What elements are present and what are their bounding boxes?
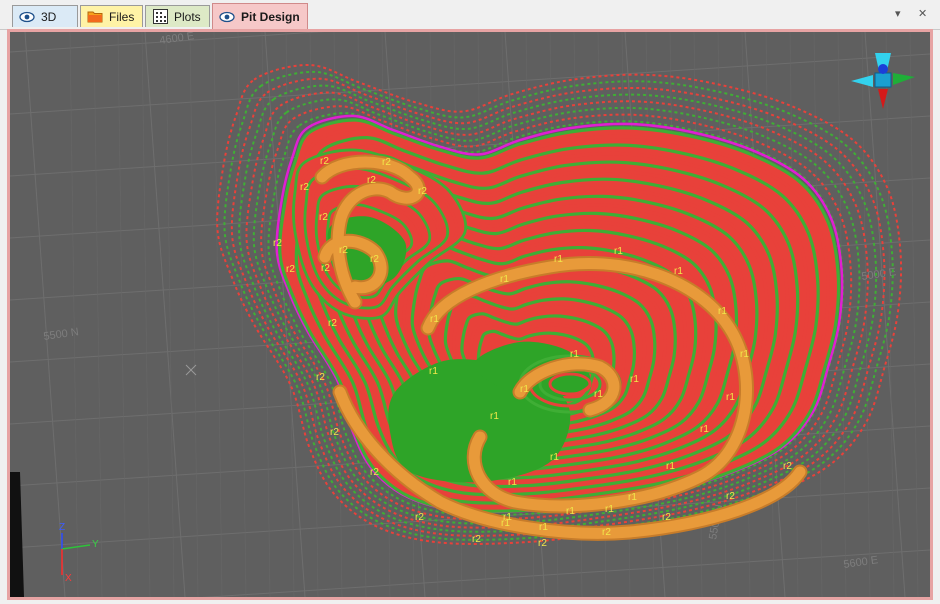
grid-label-top-easting: 4600 E [159,32,195,47]
ramp-label: r1 [554,254,563,265]
ramp-label: r2 [328,318,337,329]
ramp-label: r2 [602,527,611,538]
ramp-label: r1 [628,492,637,503]
bottom-strip [0,600,940,604]
ramp-label: r1 [605,504,614,515]
ramp-label: r2 [321,263,330,274]
terrain-shadow [10,472,24,597]
ramp-label: r1 [630,374,639,385]
grid-label-bottom-right: 5600 E [843,554,879,571]
axis-y-label: Y [92,539,99,550]
ramp-label: r1 [614,246,623,257]
ramp-label: r2 [662,512,671,523]
tab-bar: 3D Files Plots Pit Design ▾ ✕ [0,0,940,30]
axis-z-label: Z [59,522,65,533]
ramp-label: r1 [594,389,603,400]
grid-line-vertical [144,32,186,597]
ramp-label: r2 [330,427,339,438]
ramp-label: r1 [550,452,559,463]
grid-line-vertical [24,32,66,597]
grid-minor-line [165,32,175,597]
gizmo-left-arrow [851,75,873,87]
grid-line-horizontal [10,32,325,53]
gizmo-ball [878,64,888,74]
ramp-label: r1 [520,384,529,395]
ramp-label: r1 [726,392,735,403]
grid-minor-line [261,32,271,597]
gizmo-cube [874,72,892,88]
tab-3d-label: 3D [41,9,57,24]
pit-design-viewport[interactable]: 4600 E 5500 N 5000 E 5500 N 5600 E r2 r2 r… [7,29,933,600]
tab-pit-design[interactable]: Pit Design [212,3,308,29]
ramp-label: r1 [566,506,575,517]
grid-minor-line [861,32,871,597]
ramp-label: r2 [316,372,325,383]
eye-icon [219,9,235,25]
grid-minor-line [141,32,151,597]
grid-minor-line [93,32,103,597]
ramp-label: r2 [367,175,376,186]
gizmo-right-arrow [893,73,915,85]
pit-scene[interactable]: 4600 E 5500 N 5000 E 5500 N 5600 E r2 r2r… [10,32,930,597]
ramp-label: r2 [320,156,329,167]
tab-pit-design-label: Pit Design [241,9,300,24]
ramp-label: r2 [339,245,348,256]
gizmo-down-arrow [878,89,888,109]
tab-3d[interactable]: 3D [12,5,78,27]
grid-minor-line [69,32,79,597]
grid-minor-line [885,32,895,597]
axis-x-label: X [65,573,72,584]
tab-list-dropdown-icon[interactable]: ▾ [895,7,901,20]
close-icon[interactable]: ✕ [918,7,927,20]
ramp-label: r2 [370,254,379,265]
tab-plots-label: Plots [174,9,201,24]
grid-line-horizontal [10,53,930,115]
ramp-label: r1 [700,424,709,435]
ramp-label: r2 [726,491,735,502]
ramp-label: r1 [503,512,512,523]
ramp-label: r1 [539,522,548,533]
ramp-label: r1 [508,477,517,488]
ramp-label: r2 [319,212,328,223]
grid-line-vertical [864,32,906,597]
ramp-label: r1 [430,314,439,325]
eye-icon [19,9,35,25]
ramp-label: r2 [273,238,282,249]
ramp-label: r2 [370,467,379,478]
ramp-label: r1 [666,461,675,472]
ramp-label: r2 [418,186,427,197]
tab-files-label: Files [109,9,135,24]
ramp-label: r2 [538,538,547,549]
axis-triad: Z Y X [59,522,99,584]
ramp-label: r1 [490,411,499,422]
ramp-label: r2 [300,182,309,193]
ramp-label: r2 [472,534,481,545]
ramp-label: r1 [674,266,683,277]
ramp-label: r2 [415,512,424,523]
ramp-label: r1 [570,349,579,360]
grid-minor-line [189,32,199,597]
view-orientation-gizmo[interactable] [851,53,915,109]
ramp-label: r1 [429,366,438,377]
ramp-label: r1 [500,274,509,285]
grid-label-right-easting: 5000 E [861,266,897,283]
grid-chart-icon [152,9,168,25]
grid-minor-line [117,32,127,597]
tab-plots[interactable]: Plots [145,5,210,27]
ramp-label: r2 [783,461,792,472]
grid-line-horizontal [201,549,930,597]
ramp-label: r1 [740,349,749,360]
folder-icon [87,9,103,25]
ramp-label: r2 [382,157,391,168]
ramp-label: r1 [718,306,727,317]
ramp-label: r2 [286,264,295,275]
tab-files[interactable]: Files [80,5,143,27]
grid-minor-line [213,32,223,597]
